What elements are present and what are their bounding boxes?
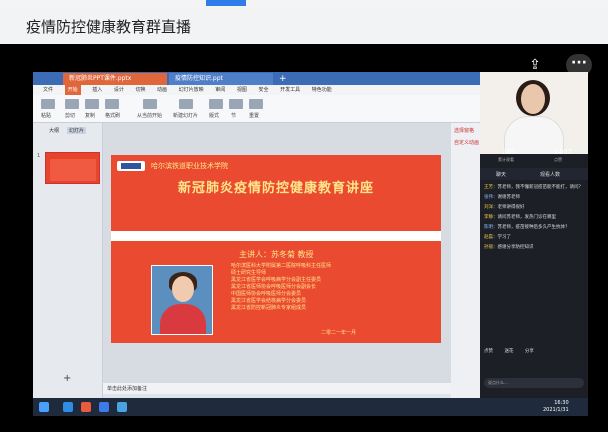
notes-field[interactable]: 单击此处添加备注: [103, 383, 451, 394]
chat-message: 刘洋：老师讲得很好: [484, 205, 525, 210]
clock-date: 2021/1/31: [543, 407, 569, 413]
cut-label: 剪切: [65, 113, 76, 119]
system-clock: 16:30 2021/1/31: [543, 400, 569, 414]
flower-button[interactable]: 送花: [504, 349, 513, 354]
slide-thumbnail[interactable]: [45, 152, 100, 184]
slide-thumbnail-pane: 大纲 幻灯片 1 +: [33, 123, 103, 408]
taskbar: 16:30 2021/1/31: [33, 398, 588, 416]
chat-message: 孙丽：感谢分享防控知识: [484, 245, 534, 250]
bio-line: 硕士研究生导师: [231, 270, 267, 276]
slide[interactable]: 哈尔滨铁道职业技术学院 新冠肺炎疫情防控健康教育讲座 主讲人：苏冬菊 教授 哈尔…: [111, 155, 441, 343]
bio-line: 黑龙江省医学会呼吸病学分会副主任委员: [231, 277, 322, 283]
title-bar: 疫情防控健康教育群直播: [0, 8, 608, 44]
new-slide-label: 新建幻灯片: [173, 113, 199, 119]
taskbar-app-icon[interactable]: [117, 402, 127, 412]
tab-ppt-1[interactable]: 新冠肺炎PPT课件.pptx: [63, 73, 167, 85]
play-from-current-icon[interactable]: [143, 99, 157, 109]
chat-input[interactable]: 说点什么…: [484, 378, 584, 388]
taskbar-app-icon[interactable]: [81, 402, 91, 412]
section-icon[interactable]: [229, 99, 243, 109]
menu-item-features[interactable]: 特色功能: [312, 85, 332, 95]
slide-date: 二零二一年一月: [321, 330, 357, 336]
layout-label: 版式: [209, 113, 220, 119]
chat-message: 张伟：谢谢苏老师: [484, 195, 520, 200]
reset-icon[interactable]: [249, 99, 263, 109]
taskbar-app-icon[interactable]: [99, 402, 109, 412]
tab-ppt-2[interactable]: 疫情防控知识.ppt: [169, 73, 273, 85]
menu-item-devtools[interactable]: 开发工具: [280, 85, 300, 95]
school-logo: [117, 161, 145, 171]
view-count: 283: [502, 148, 516, 156]
menu-item-view[interactable]: 视图: [237, 85, 247, 95]
bio-line: 黑龙江省防控新冠肺炎专家组成员: [231, 305, 307, 311]
chat-message: 王芳：苏老师，我不懂新冠疫苗能不能打，请问？: [484, 185, 583, 190]
windows-start-icon[interactable]: [39, 402, 49, 412]
like-button[interactable]: 点赞: [484, 349, 493, 354]
menu-item-security[interactable]: 安全: [258, 85, 268, 95]
menu-item-transition[interactable]: 切换: [135, 85, 145, 95]
live-stats: 283 1107 累计观看 点赞: [480, 148, 588, 164]
new-slide-icon[interactable]: [179, 99, 193, 109]
view-count-label: 累计观看: [498, 157, 514, 162]
like-count: 1107: [554, 148, 572, 156]
window-title: 疫情防控健康教育群直播: [26, 18, 192, 36]
paste-icon[interactable]: [41, 99, 55, 109]
chat-message: 赵磊：学习了: [484, 235, 511, 240]
top-strip: [0, 0, 608, 8]
bio-line: 哈尔滨医科大学附属第二医院呼吸科主任医师: [231, 263, 332, 269]
top-blue-tab: [206, 0, 246, 6]
tab-chat[interactable]: 聊天: [496, 171, 506, 178]
bio-line: 中国医师协会呼吸医师分会委员: [231, 291, 302, 297]
speaker-name: 主讲人：苏冬菊 教授: [239, 250, 314, 259]
menu-item-review[interactable]: 审阅: [215, 85, 225, 95]
bio-line: 黑龙江省医师协会呼吸医师分会副会长: [231, 284, 317, 290]
new-tab-icon[interactable]: +: [277, 73, 291, 85]
format-painter-icon[interactable]: [105, 99, 119, 109]
speaker-photo: [151, 265, 213, 335]
menu-item-start[interactable]: 开始: [64, 85, 81, 95]
copy-icon[interactable]: [85, 99, 99, 109]
live-action-buttons: 点赞 送花 分享: [484, 348, 584, 354]
presenter-camera: [480, 72, 588, 154]
panel-tabs: 聊天 观看人数: [480, 168, 588, 180]
menu-item-animation[interactable]: 动画: [157, 85, 167, 95]
play-from-current-label: 从当前开始: [137, 113, 163, 119]
reset-label: 重置: [249, 113, 260, 119]
slide-headline: 新冠肺炎疫情防控健康教育讲座: [177, 181, 374, 196]
school-name: 哈尔滨铁道职业技术学院: [151, 162, 228, 170]
slide-number: 1: [37, 153, 41, 159]
chat-message: 李静：请问苏老师，发热门诊在哪里: [484, 215, 556, 220]
share-button[interactable]: 分享: [525, 349, 534, 354]
cut-icon[interactable]: [65, 99, 79, 109]
add-slide-icon[interactable]: +: [63, 373, 71, 384]
copy-label: 复制: [85, 113, 96, 119]
outline-tab[interactable]: 大纲: [49, 127, 59, 134]
chat-message: 陈明：苏老师，疫苗接种后多久产生抗体？: [484, 225, 570, 230]
bio-line: 黑龙江省医学会结核病学分会委员: [231, 298, 307, 304]
speaker-bio: 哈尔滨医科大学附属第二医院呼吸科主任医师 硕士研究生导师 黑龙江省医学会呼吸病学…: [231, 263, 431, 312]
slides-tab[interactable]: 幻灯片: [67, 127, 87, 134]
chat-messages: 王芳：苏老师，我不懂新冠疫苗能不能打，请问？ 张伟：谢谢苏老师 刘洋：老师讲得很…: [484, 184, 584, 254]
menu-item-slideshow[interactable]: 幻灯片放映: [179, 85, 204, 95]
like-count-label: 点赞: [554, 157, 562, 162]
section-label: 节: [231, 113, 237, 119]
clock-time: 16:30: [554, 400, 569, 406]
layout-icon[interactable]: [209, 99, 223, 109]
live-side-panel: 283 1107 累计观看 点赞 聊天 观看人数 王芳：苏老师，我不懂新冠疫苗能…: [480, 72, 588, 416]
tab-viewers[interactable]: 观看人数: [540, 171, 560, 178]
paste-label: 粘贴: [41, 113, 52, 119]
menu-item-design[interactable]: 设计: [114, 85, 124, 95]
format-painter-label: 格式刷: [105, 113, 121, 119]
menu-item-file[interactable]: 文件: [43, 85, 53, 95]
slide-canvas: 哈尔滨铁道职业技术学院 新冠肺炎疫情防控健康教育讲座 主讲人：苏冬菊 教授 哈尔…: [103, 123, 451, 383]
taskbar-app-icon[interactable]: [63, 402, 73, 412]
menu-item-insert[interactable]: 插入: [92, 85, 102, 95]
